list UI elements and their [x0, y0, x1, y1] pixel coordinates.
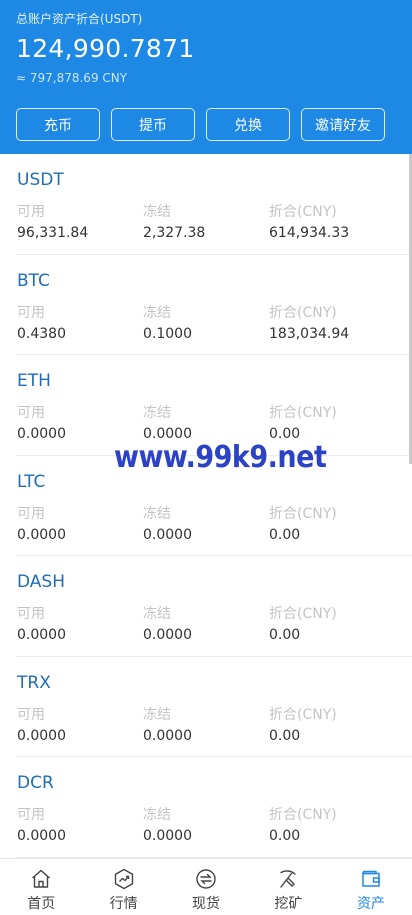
cny-value: 183,034.94 [269, 325, 350, 342]
frozen-value: 2,327.38 [143, 225, 206, 241]
available-value: 0.4380 [17, 325, 66, 342]
frozen-value: 0.0000 [143, 627, 192, 643]
frozen-label: 冻结 [143, 505, 171, 522]
cny-label: 折合(CNY) [269, 304, 337, 321]
frozen-label: 冻结 [143, 204, 171, 220]
tab-label: 行情 [109, 896, 138, 912]
withdraw-button[interactable]: 提币 [111, 108, 195, 141]
available-label: 可用 [17, 304, 45, 321]
cny-value: 0.00 [269, 828, 301, 844]
cny-value: 614,934.33 [269, 225, 350, 241]
frozen-label: 冻结 [143, 405, 171, 421]
cny-value: 0.00 [269, 627, 301, 643]
available-label: 可用 [17, 204, 45, 220]
asset-name: DCR [17, 773, 54, 793]
total-assets-cny: ≈ 797,878.69 CNY [16, 71, 128, 85]
asset-row-trx[interactable]: TRX 可用 冻结 折合(CNY) 0.0000 0.0000 0.00 [16, 657, 412, 757]
tab-label: 挖矿 [274, 896, 303, 912]
market-icon [114, 868, 133, 890]
asset-row-usdt[interactable]: USDT 可用 冻结 折合(CNY) 96,331.84 2,327.38 61… [16, 154, 412, 255]
total-assets-value: 124,990.7871 [16, 34, 195, 63]
spot-icon [196, 869, 216, 889]
asset-row-dash[interactable]: DASH 可用 冻结 折合(CNY) 0.0000 0.0000 0.00 [16, 556, 412, 657]
cny-label: 折合(CNY) [269, 706, 337, 723]
asset-row-btc[interactable]: BTC 可用 冻结 折合(CNY) 0.4380 0.1000 183,034.… [16, 255, 412, 355]
available-label: 可用 [17, 706, 45, 723]
cny-label: 折合(CNY) [269, 405, 337, 421]
tab-label: 首页 [27, 896, 56, 912]
tab-label: 资产 [356, 896, 385, 912]
frozen-label: 冻结 [143, 807, 171, 823]
invite-friends-button[interactable]: 邀请好友 [301, 108, 385, 141]
available-label: 可用 [17, 807, 45, 823]
frozen-value: 0.0000 [143, 727, 192, 744]
available-label: 可用 [17, 606, 45, 622]
available-value: 0.0000 [17, 426, 66, 442]
tab-label: 现货 [192, 896, 221, 912]
bottom-tab-bar: 首页 行情 现货 挖矿 资产 [0, 858, 412, 915]
home-icon [32, 869, 51, 888]
frozen-label: 冻结 [143, 706, 171, 723]
asset-name: LTC [17, 471, 46, 492]
frozen-label: 冻结 [143, 304, 171, 321]
exchange-button[interactable]: 兑换 [206, 108, 290, 141]
available-value: 0.0000 [17, 727, 66, 744]
deposit-button[interactable]: 充币 [16, 108, 100, 141]
cny-label: 折合(CNY) [269, 807, 337, 823]
asset-name: BTC [17, 270, 50, 291]
available-value: 0.0000 [17, 627, 66, 643]
tab-market[interactable]: 行情 [82, 859, 164, 915]
frozen-value: 0.0000 [143, 526, 192, 543]
mining-icon [280, 870, 297, 888]
cny-value: 0.00 [269, 526, 301, 543]
available-label: 可用 [17, 505, 45, 522]
asset-name: TRX [17, 672, 51, 693]
frozen-label: 冻结 [143, 606, 171, 622]
asset-list: USDT 可用 冻结 折合(CNY) 96,331.84 2,327.38 61… [0, 154, 412, 858]
available-value: 96,331.84 [17, 225, 89, 241]
action-buttons: 充币 提币 兑换 邀请好友 [16, 108, 388, 141]
asset-row-dcr[interactable]: DCR 可用 冻结 折合(CNY) 0.0000 0.0000 0.00 [16, 757, 412, 858]
tab-assets[interactable]: 资产 [330, 859, 412, 915]
tab-home[interactable]: 首页 [0, 859, 82, 915]
available-value: 0.0000 [17, 526, 66, 543]
cny-label: 折合(CNY) [269, 204, 337, 220]
available-label: 可用 [17, 405, 45, 421]
cny-value: 0.00 [269, 727, 301, 744]
tab-mining[interactable]: 挖矿 [247, 859, 329, 915]
frozen-value: 0.1000 [143, 325, 192, 342]
watermark-text: www.99k9.net [114, 440, 327, 475]
asset-name: DASH [17, 572, 65, 592]
available-value: 0.0000 [17, 828, 66, 844]
total-assets-label: 总账户资产折合(USDT) [16, 12, 143, 26]
frozen-value: 0.0000 [143, 828, 192, 844]
cny-label: 折合(CNY) [269, 606, 337, 622]
asset-name: ETH [17, 371, 51, 391]
asset-summary-header: 总账户资产折合(USDT) 124,990.7871 ≈ 797,878.69 … [0, 0, 412, 154]
tab-spot[interactable]: 现货 [165, 859, 247, 915]
asset-name: USDT [17, 170, 64, 190]
cny-label: 折合(CNY) [269, 505, 337, 522]
wallet-icon [362, 870, 380, 887]
